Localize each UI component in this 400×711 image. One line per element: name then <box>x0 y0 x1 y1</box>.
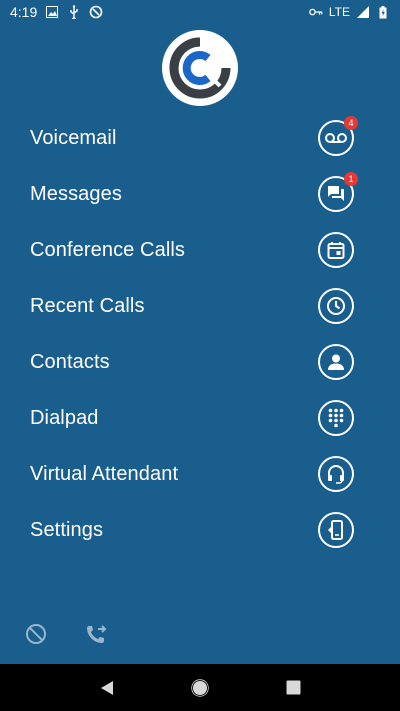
dialpad-icon <box>318 400 354 436</box>
voicemail-icon: 4 <box>318 116 358 156</box>
menu-item-label: Conference Calls <box>30 238 186 261</box>
menu-item-conference-calls[interactable]: Conference Calls <box>0 222 400 278</box>
signal-icon <box>356 5 370 19</box>
battery-icon <box>376 5 390 19</box>
menu-item-label: Messages <box>30 182 122 205</box>
back-icon[interactable] <box>95 676 119 700</box>
menu-item-label: Voicemail <box>30 126 117 149</box>
app-logo <box>162 30 238 106</box>
clock-icon <box>318 288 354 324</box>
do-not-disturb-icon[interactable] <box>24 622 48 646</box>
menu-item-messages[interactable]: Messages 1 <box>0 166 400 222</box>
menu-item-recent-calls[interactable]: Recent Calls <box>0 278 400 334</box>
menu-item-label: Dialpad <box>30 406 99 429</box>
menu-item-label: Contacts <box>30 350 110 373</box>
messages-badge: 1 <box>344 172 358 186</box>
menu-item-dialpad[interactable]: Dialpad <box>0 390 400 446</box>
voicemail-badge: 4 <box>344 116 358 130</box>
call-forward-icon[interactable] <box>84 622 108 646</box>
menu-item-contacts[interactable]: Contacts <box>0 334 400 390</box>
menu-item-label: Settings <box>30 518 104 541</box>
menu-item-label: Recent Calls <box>30 294 145 317</box>
home-icon[interactable] <box>188 676 212 700</box>
menu-item-virtual-attendant[interactable]: Virtual Attendant <box>0 446 400 502</box>
usb-icon <box>67 5 81 19</box>
bottom-toolbar <box>24 622 108 646</box>
menu-item-label: Virtual Attendant <box>30 462 179 485</box>
main-menu: Voicemail 4 Messages 1 Conference Calls … <box>0 110 400 558</box>
menu-item-voicemail[interactable]: Voicemail 4 <box>0 110 400 166</box>
headset-icon <box>318 456 354 492</box>
status-time: 4:19 <box>10 4 38 20</box>
image-icon <box>45 5 59 19</box>
recent-apps-icon[interactable] <box>281 676 305 700</box>
data-saver-icon <box>89 5 103 19</box>
chat-icon: 1 <box>318 172 358 212</box>
settings-phone-icon <box>318 512 354 548</box>
menu-item-settings[interactable]: Settings <box>0 502 400 558</box>
calendar-icon <box>318 232 354 268</box>
person-icon <box>318 344 354 380</box>
vpn-key-icon <box>309 5 323 19</box>
status-bar: 4:19 LTE <box>0 0 400 24</box>
system-nav-bar <box>0 664 400 711</box>
network-type: LTE <box>328 5 350 19</box>
